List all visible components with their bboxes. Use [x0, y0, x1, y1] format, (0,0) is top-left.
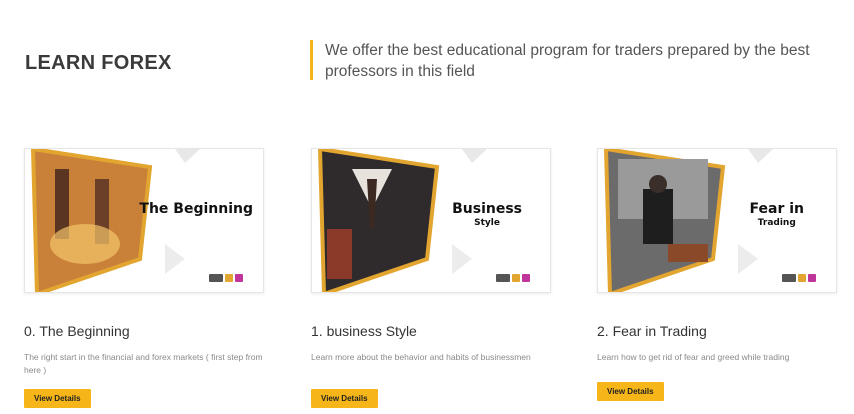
view-details-button[interactable]: View Details [24, 389, 91, 408]
course-card-beginning: The Beginning 0. The Beginning The right… [24, 148, 274, 408]
thumbnail-title: Business Style [452, 201, 522, 228]
page-title: LEARN FOREX [25, 52, 172, 74]
course-card-business-style: Business Style 1. business Style Learn m… [311, 148, 561, 408]
card-description: Learn more about the behavior and habits… [311, 352, 531, 362]
brand-logo [209, 272, 253, 284]
header-tagline: We offer the best educational program fo… [325, 42, 810, 80]
view-details-button[interactable]: View Details [597, 382, 664, 401]
header-divider [310, 40, 313, 80]
card-description: The right start in the financial and for… [24, 352, 263, 375]
thumbnail-title: The Beginning [139, 201, 253, 217]
brand-logo [496, 272, 540, 284]
thumbnail-title: Fear in Trading [749, 201, 804, 228]
brand-logo [782, 272, 826, 284]
view-details-button[interactable]: View Details [311, 389, 378, 408]
card-title[interactable]: 0. The Beginning [24, 323, 274, 339]
card-description: Learn how to get rid of fear and greed w… [597, 352, 790, 362]
course-thumbnail[interactable]: Fear in Trading [597, 148, 837, 293]
course-card-fear-in-trading: Fear in Trading 2. Fear in Trading Learn… [597, 148, 847, 401]
course-thumbnail[interactable]: The Beginning [24, 148, 264, 293]
card-title[interactable]: 1. business Style [311, 323, 561, 339]
card-title[interactable]: 2. Fear in Trading [597, 323, 847, 339]
course-thumbnail[interactable]: Business Style [311, 148, 551, 293]
